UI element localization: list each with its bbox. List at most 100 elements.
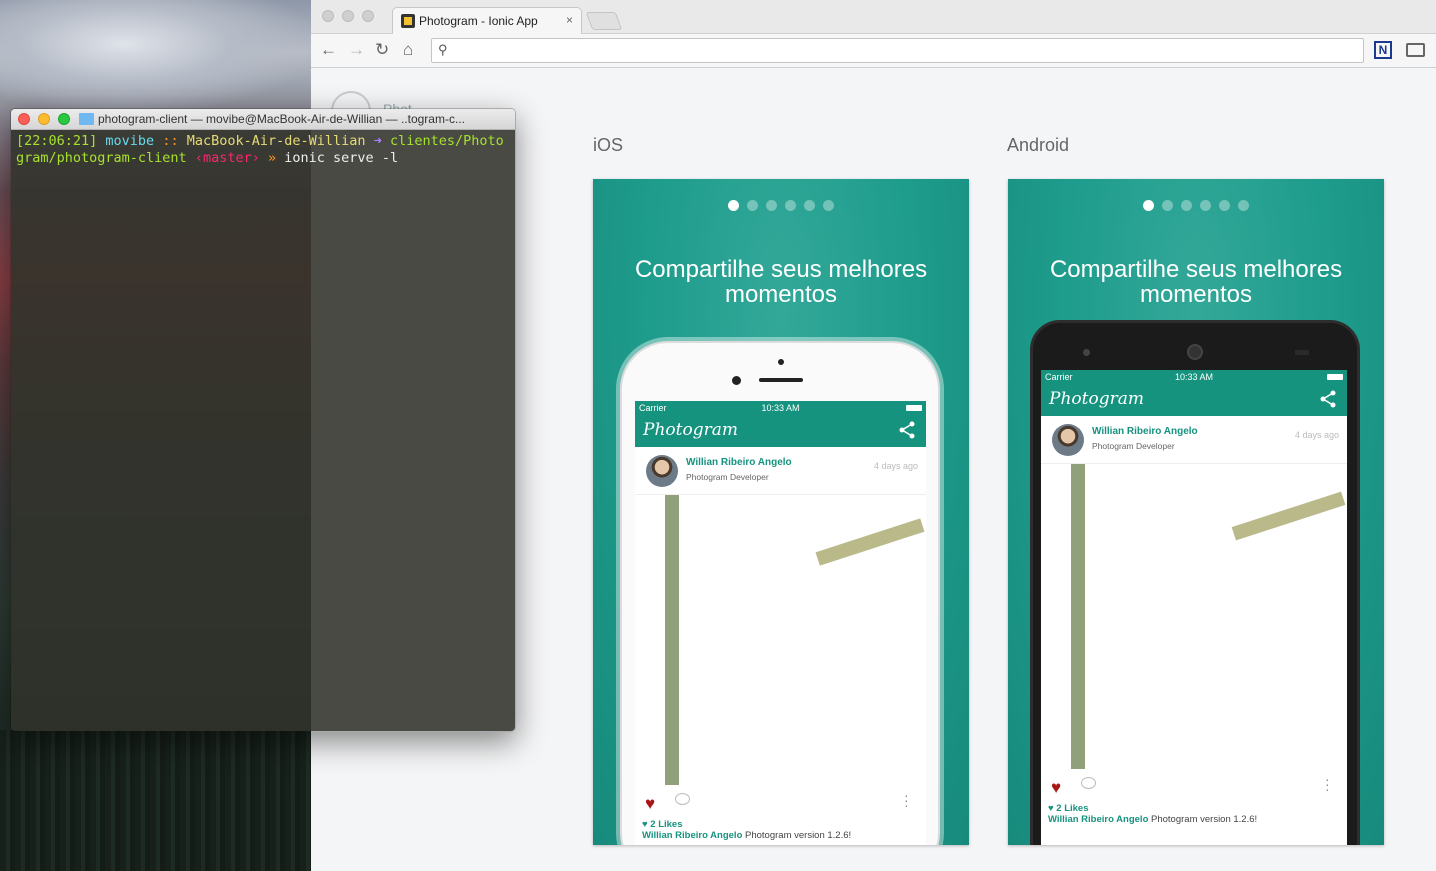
app-brand: Photogram [643, 420, 738, 440]
post-header: Willian Ribeiro Angelo Photogram Develop… [1041, 416, 1347, 464]
slide-dot[interactable] [766, 200, 777, 211]
prompt-branch: ‹master› [194, 150, 260, 166]
tab-close-icon[interactable]: × [566, 13, 573, 27]
iphone-frame: Carrier 10:33 AM Photogram Willian Ribei… [620, 341, 940, 845]
status-bar: Carrier 10:33 AM [1041, 370, 1347, 384]
slide-dot[interactable] [1219, 200, 1230, 211]
terminal-command: ionic serve -l [284, 150, 399, 166]
post-time: 4 days ago [1294, 430, 1339, 440]
terminal-title: photogram-client — movibe@MacBook-Air-de… [98, 112, 465, 126]
ios-preview[interactable]: Compartilhe seus melhores momentos Carri… [593, 179, 969, 845]
avatar[interactable] [646, 455, 678, 487]
slide-dot[interactable] [804, 200, 815, 211]
terminal-titlebar[interactable]: photogram-client — movibe@MacBook-Air-de… [11, 109, 515, 130]
slide-dot[interactable] [1162, 200, 1173, 211]
browser-toolbar: ← → ↻ ⌂ ⚲ N [311, 34, 1436, 68]
window-zoom-button[interactable] [362, 10, 374, 22]
like-heart-icon[interactable]: ♥ [1051, 778, 1061, 798]
android-preview[interactable]: Compartilhe seus melhores momentos Carri… [1008, 179, 1384, 845]
like-heart-icon[interactable]: ♥ [645, 794, 655, 814]
tab-bar: Photogram - Ionic App × [311, 0, 1436, 34]
cast-icon[interactable] [1406, 43, 1425, 57]
slide-pager[interactable] [593, 198, 969, 216]
post-author[interactable]: Willian Ribeiro Angelo [686, 457, 792, 468]
window-close-button[interactable] [322, 10, 334, 22]
likes-count: ♥ 2 Likes [642, 819, 683, 830]
slide-pager[interactable] [1008, 198, 1384, 216]
likes-count: ♥ 2 Likes [1048, 803, 1089, 814]
platform-label-ios: iOS [593, 135, 624, 155]
platform-label-android: Android [1007, 135, 1070, 155]
front-camera-icon [778, 359, 784, 365]
prompt-time: [22:06:21] [16, 133, 98, 149]
post-caption: Willian Ribeiro Angelo Photogram version… [1048, 814, 1258, 825]
post-author[interactable]: Willian Ribeiro Angelo [1092, 426, 1198, 437]
avatar[interactable] [1052, 424, 1084, 456]
post-time: 4 days ago [873, 461, 918, 471]
share-icon[interactable] [898, 421, 916, 439]
slide-dot[interactable] [1200, 200, 1211, 211]
app-brand: Photogram [1049, 389, 1144, 409]
slide-dot[interactable] [1143, 200, 1154, 211]
battery-icon [1327, 374, 1343, 380]
android-frame: Carrier 10:33 AM Photogram Willian Ribei… [1030, 320, 1360, 845]
prompt-arrow: ➜ [373, 133, 382, 149]
proximity-sensor-icon [1083, 349, 1090, 356]
slide-dot[interactable] [785, 200, 796, 211]
app-header: Photogram [1041, 384, 1347, 416]
camera-lens-icon [732, 376, 741, 385]
more-options-icon[interactable]: · · · [904, 788, 909, 812]
comment-icon[interactable] [1081, 777, 1096, 789]
post-photo[interactable] [635, 495, 926, 785]
zoom-button[interactable] [58, 113, 70, 125]
back-icon[interactable]: ← [320, 40, 337, 60]
forward-icon[interactable]: → [348, 40, 365, 60]
slide-dot[interactable] [1238, 200, 1249, 211]
prompt-separator: :: [162, 133, 179, 149]
slide-headline: Compartilhe seus melhores momentos [634, 256, 928, 308]
wallpaper-trees [0, 730, 311, 871]
prompt-host: MacBook-Air-de-Willian [186, 133, 366, 149]
new-tab-button[interactable] [585, 12, 623, 30]
slide-headline: Compartilhe seus melhores momentos [1049, 256, 1343, 308]
comment-icon[interactable] [675, 793, 690, 805]
app-screen: Carrier 10:33 AM Photogram Willian Ribei… [1041, 370, 1347, 845]
light-sensor-icon [1295, 350, 1309, 355]
share-icon[interactable] [1319, 390, 1337, 408]
search-icon: ⚲ [438, 42, 448, 57]
post-header: Willian Ribeiro Angelo Photogram Develop… [635, 447, 926, 495]
more-options-icon[interactable]: · · · [1325, 772, 1330, 796]
status-bar: Carrier 10:33 AM [635, 401, 926, 415]
post-author-role: Photogram Developer [1092, 441, 1175, 451]
address-bar[interactable]: ⚲ [431, 38, 1364, 63]
prompt-user: movibe [105, 133, 155, 149]
clock: 10:33 AM [761, 403, 800, 413]
slide-dot[interactable] [747, 200, 758, 211]
window-minimize-button[interactable] [342, 10, 354, 22]
earpiece-icon [1187, 344, 1203, 360]
post-caption: Willian Ribeiro Angelo Photogram version… [642, 830, 852, 841]
slide-dot[interactable] [728, 200, 739, 211]
terminal-output[interactable]: [22:06:21] movibe :: MacBook-Air-de-Will… [11, 130, 515, 731]
folder-icon [79, 113, 94, 125]
slide-dot[interactable] [1181, 200, 1192, 211]
tab-title: Photogram - Ionic App [419, 14, 538, 28]
ionic-favicon-icon [401, 14, 415, 28]
post-author-role: Photogram Developer [686, 472, 769, 482]
app-header: Photogram [635, 415, 926, 447]
minimize-button[interactable] [38, 113, 50, 125]
close-button[interactable] [18, 113, 30, 125]
app-screen: Carrier 10:33 AM Photogram Willian Ribei… [635, 401, 926, 845]
earpiece-icon [759, 378, 803, 382]
battery-icon [906, 405, 922, 411]
reload-icon[interactable]: ↻ [375, 40, 389, 60]
extension-n-icon[interactable]: N [1374, 41, 1392, 59]
post-photo[interactable] [1041, 464, 1347, 769]
slide-dot[interactable] [823, 200, 834, 211]
terminal-window[interactable]: photogram-client — movibe@MacBook-Air-de… [10, 108, 516, 732]
prompt-char: » [268, 150, 277, 166]
wallpaper-sky [0, 0, 311, 110]
clock: 10:33 AM [1174, 372, 1214, 382]
home-icon[interactable]: ⌂ [403, 40, 413, 60]
tab-photogram[interactable]: Photogram - Ionic App × [392, 7, 582, 34]
